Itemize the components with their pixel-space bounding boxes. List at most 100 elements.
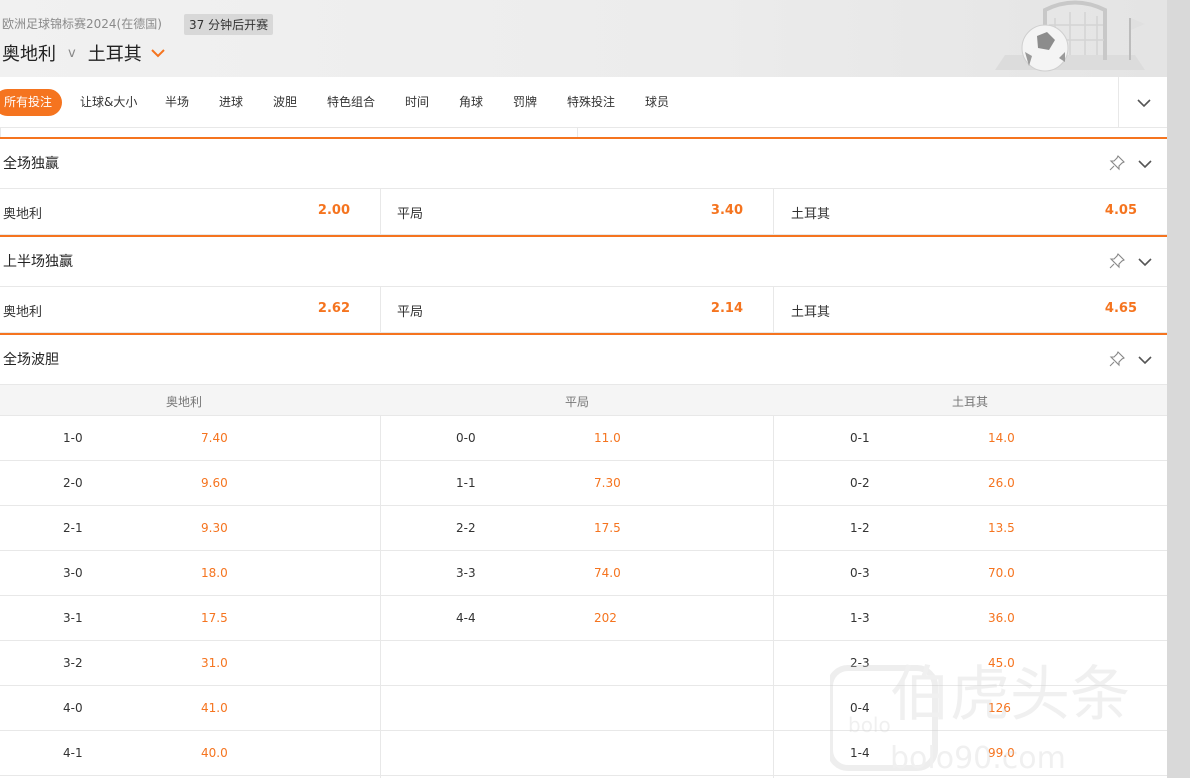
score-odds-away[interactable]: 26.0 [988,476,1015,490]
score-odds-away[interactable]: 13.5 [988,521,1015,535]
score-label-away: 0-3 [850,566,870,580]
tab-goals[interactable]: 进球 [219,89,243,116]
selection-name: 平局 [397,305,424,320]
table-row: 2-0 9.60 1-1 7.30 0-2 26.0 [0,461,1167,506]
odds-cell-draw[interactable]: 平局 3.40 [394,189,773,235]
selection-name: 土耳其 [791,305,831,320]
selection-name: 土耳其 [791,207,831,222]
score-odds-home[interactable]: 41.0 [201,701,228,715]
tab-corners[interactable]: 角球 [459,89,483,116]
score-label-draw: 0-0 [456,431,476,445]
pin-icon[interactable] [1109,155,1125,171]
versus-label: v [68,45,76,61]
watermark-logo: 伯虎头条 bolo bolo90.com [830,660,1130,776]
odds-value: 2.00 [317,203,350,218]
table-row: 2-1 9.30 2-2 17.5 1-2 13.5 [0,506,1167,551]
odds-value: 4.05 [1104,203,1137,218]
score-label-draw: 2-2 [456,521,476,535]
odds-cell-away[interactable]: 土耳其 4.65 [788,287,1167,333]
score-odds-home[interactable]: 17.5 [201,611,228,625]
score-label-home: 3-2 [63,656,83,670]
pin-icon[interactable] [1109,253,1125,269]
svg-text:bolo90.com: bolo90.com [890,741,1066,776]
market-title: 上半场独赢 [3,254,73,270]
score-label-home: 3-0 [63,566,83,580]
odds-value: 4.65 [1104,301,1137,316]
pin-icon[interactable] [1109,351,1125,367]
score-label-home: 3-1 [63,611,83,625]
odds-cell-home[interactable]: 奥地利 2.62 [0,287,380,333]
score-label-home: 4-1 [63,746,83,760]
odds-cell-home[interactable]: 奥地利 2.00 [0,189,380,235]
chevron-down-icon[interactable] [1137,352,1153,368]
selection-name: 平局 [397,207,424,222]
column-header-draw: 平局 [565,395,590,409]
score-label-away: 1-2 [850,521,870,535]
score-odds-home[interactable]: 18.0 [201,566,228,580]
tab-specials-combo[interactable]: 特色组合 [327,89,375,116]
odds-value: 2.14 [710,301,743,316]
market-title: 全场独赢 [3,156,59,172]
score-odds-draw[interactable]: 7.30 [594,476,621,490]
odds-cell-away[interactable]: 土耳其 4.05 [788,189,1167,235]
score-label-away: 0-2 [850,476,870,490]
score-label-away: 0-1 [850,431,870,445]
chevron-down-icon[interactable] [150,45,166,61]
score-odds-away[interactable]: 70.0 [988,566,1015,580]
table-row: 3-0 18.0 3-3 74.0 0-3 70.0 [0,551,1167,596]
selection-name: 奥地利 [3,305,43,320]
score-label-away: 1-3 [850,611,870,625]
tab-correct-score[interactable]: 波胆 [273,89,297,116]
table-row: 1-0 7.40 0-0 11.0 0-1 14.0 [0,416,1167,461]
match-teams[interactable]: 奥地利 v 土耳其 [2,41,166,65]
score-odds-draw[interactable]: 202 [594,611,617,625]
score-odds-draw[interactable]: 11.0 [594,431,621,445]
page-scrollbar-area[interactable] [1167,0,1190,778]
market-header-fulltime[interactable]: 全场独赢 [0,137,1167,189]
score-odds-home[interactable]: 9.60 [201,476,228,490]
tab-handicap-total[interactable]: 让球&大小 [80,89,137,116]
odds-row: 奥地利 2.62 平局 2.14 土耳其 4.65 [0,287,1167,333]
kickoff-countdown: 37 分钟后开赛 [184,14,274,35]
correct-score-column-headers: 奥地利 平局 土耳其 [0,385,1167,416]
home-team-name: 奥地利 [2,44,56,65]
odds-cell-draw[interactable]: 平局 2.14 [394,287,773,333]
score-odds-draw[interactable]: 17.5 [594,521,621,535]
tab-players[interactable]: 球员 [645,89,669,116]
odds-row: 奥地利 2.00 平局 3.40 土耳其 4.05 [0,189,1167,235]
selection-name: 奥地利 [3,207,43,222]
score-label-home: 2-0 [63,476,83,490]
market-header-correct-score[interactable]: 全场波胆 [0,333,1167,385]
svg-text:bolo: bolo [848,713,891,737]
score-label-draw: 4-4 [456,611,476,625]
svg-text:伯虎头条: 伯虎头条 [890,660,1130,730]
chevron-down-icon[interactable] [1135,94,1153,112]
market-header-firsthalf[interactable]: 上半场独赢 [0,235,1167,287]
score-odds-home[interactable]: 40.0 [201,746,228,760]
tab-time[interactable]: 时间 [405,89,429,116]
score-odds-away[interactable]: 14.0 [988,431,1015,445]
score-odds-away[interactable]: 36.0 [988,611,1015,625]
market-category-tabs: 所有投注 让球&大小 半场 进球 波胆 特色组合 时间 角球 罚牌 特殊投注 球… [0,77,1167,128]
score-label-home: 4-0 [63,701,83,715]
tab-cards[interactable]: 罚牌 [513,89,537,116]
nav-divider [1118,77,1119,128]
tournament-name: 欧洲足球锦标赛2024(在德国) [2,17,162,31]
football-goal-illustration [995,0,1145,72]
score-odds-home[interactable]: 7.40 [201,431,228,445]
score-odds-home[interactable]: 9.30 [201,521,228,535]
score-label-draw: 3-3 [456,566,476,580]
tab-half[interactable]: 半场 [165,89,189,116]
market-title: 全场波胆 [3,352,59,368]
score-label-home: 1-0 [63,431,83,445]
score-odds-draw[interactable]: 74.0 [594,566,621,580]
chevron-down-icon[interactable] [1137,254,1153,270]
odds-value: 2.62 [317,301,350,316]
odds-value: 3.40 [710,203,743,218]
score-odds-home[interactable]: 31.0 [201,656,228,670]
tab-special-bets[interactable]: 特殊投注 [567,89,615,116]
score-label-home: 2-1 [63,521,83,535]
chevron-down-icon[interactable] [1137,156,1153,172]
away-team-name: 土耳其 [87,44,142,65]
tab-all-bets[interactable]: 所有投注 [0,89,63,116]
